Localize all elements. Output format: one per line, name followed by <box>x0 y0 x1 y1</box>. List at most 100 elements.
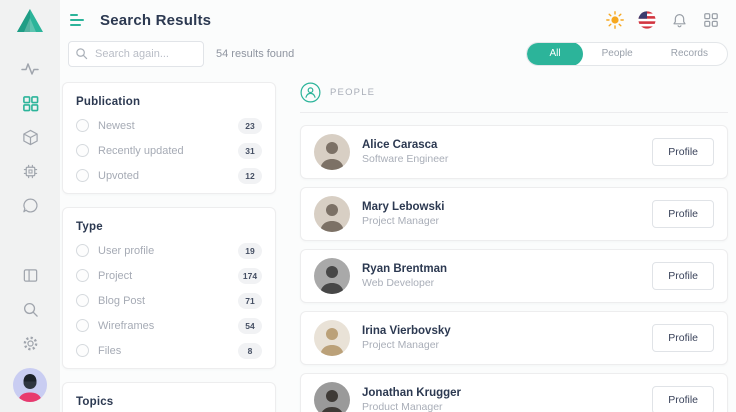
sidebar-item-search[interactable] <box>13 292 47 326</box>
tab-people[interactable]: People <box>583 43 652 65</box>
radio-button[interactable] <box>76 169 89 182</box>
chat-bubble-icon <box>22 197 39 214</box>
radio-button[interactable] <box>76 144 89 157</box>
filter-option-label: Files <box>98 345 121 357</box>
radio-button[interactable] <box>76 119 89 132</box>
results-count: 54 results found <box>216 48 294 60</box>
person-role: Product Manager <box>362 401 461 412</box>
sidebar-item-layout[interactable] <box>13 258 47 292</box>
layout-icon <box>22 267 39 284</box>
filter-option-upvoted[interactable]: Upvoted 12 <box>76 163 262 188</box>
filter-card-type: Type User profile 19 Project 174 Blog Po… <box>62 207 276 369</box>
profile-button[interactable]: Profile <box>652 138 714 166</box>
sidebar-item-system[interactable] <box>13 154 47 188</box>
people-section-label: PEOPLE <box>330 87 375 98</box>
search-box <box>68 41 204 67</box>
header-icons <box>606 11 720 29</box>
sun-icon[interactable] <box>606 11 624 29</box>
user-avatar[interactable] <box>13 368 47 402</box>
count-badge: 12 <box>238 168 262 184</box>
person-card: Ryan Brentman Web Developer Profile <box>300 249 728 303</box>
cube-icon <box>22 129 39 146</box>
radio-button[interactable] <box>76 294 89 307</box>
profile-button[interactable]: Profile <box>652 200 714 228</box>
person-card: Jonathan Krugger Product Manager Profile <box>300 373 728 412</box>
filter-option-wireframes[interactable]: Wireframes 54 <box>76 313 262 338</box>
sidebar-item-chat[interactable] <box>13 188 47 222</box>
count-badge: 71 <box>238 293 262 309</box>
person-role: Project Manager <box>362 339 451 351</box>
bell-icon[interactable] <box>670 11 688 29</box>
person-role: Web Developer <box>362 277 447 289</box>
person-info: Jonathan Krugger Product Manager <box>362 387 461 412</box>
filter-option-label: User profile <box>98 245 154 257</box>
count-badge: 19 <box>238 243 262 259</box>
person-card: Irina Vierbovsky Project Manager Profile <box>300 311 728 365</box>
person-role: Project Manager <box>362 215 444 227</box>
filter-option-project[interactable]: Project 174 <box>76 263 262 288</box>
sidebar-item-settings[interactable] <box>13 326 47 360</box>
filter-option-files[interactable]: Files 8 <box>76 338 262 363</box>
people-section-header: PEOPLE <box>300 82 728 113</box>
count-badge: 23 <box>238 118 262 134</box>
count-badge: 8 <box>238 343 262 359</box>
content: Publication Newest 23 Recently updated 3… <box>60 70 736 412</box>
sidebar-item-packages[interactable] <box>13 120 47 154</box>
result-tabs: All People Records <box>526 42 728 66</box>
person-info: Irina Vierbovsky Project Manager <box>362 325 451 351</box>
person-info: Ryan Brentman Web Developer <box>362 263 447 289</box>
filter-option-newest[interactable]: Newest 23 <box>76 113 262 138</box>
people-list: Alice Carasca Software Engineer Profile <box>300 125 728 412</box>
app-logo-triangle-icon[interactable] <box>16 8 44 34</box>
profile-button[interactable]: Profile <box>652 262 714 290</box>
filter-option-label: Project <box>98 270 132 282</box>
person-name: Irina Vierbovsky <box>362 325 451 337</box>
person-photo-avatar <box>314 382 350 412</box>
search-input[interactable] <box>68 41 204 67</box>
search-row: 54 results found All People Records <box>60 34 736 70</box>
filter-title: Publication <box>76 96 262 108</box>
filter-title: Topics <box>76 396 262 408</box>
user-avatar-illustration <box>13 368 47 402</box>
person-card: Alice Carasca Software Engineer Profile <box>300 125 728 179</box>
radio-button[interactable] <box>76 344 89 357</box>
person-role: Software Engineer <box>362 153 448 165</box>
sidebar-item-dashboard[interactable] <box>13 86 47 120</box>
filter-card-publication: Publication Newest 23 Recently updated 3… <box>62 82 276 194</box>
filter-option-label: Upvoted <box>98 170 139 182</box>
person-info: Alice Carasca Software Engineer <box>362 139 448 165</box>
chip-icon <box>22 163 39 180</box>
person-name: Alice Carasca <box>362 139 448 151</box>
tab-records[interactable]: Records <box>652 43 727 65</box>
filter-card-topics: Topics Engineering 45 <box>62 382 276 412</box>
search-input-icon <box>75 47 88 60</box>
app-screen: Search Results <box>0 0 736 412</box>
sidebar-item-activity[interactable] <box>13 52 47 86</box>
radio-button[interactable] <box>76 269 89 282</box>
radio-button[interactable] <box>76 319 89 332</box>
us-flag-icon[interactable] <box>638 11 656 29</box>
profile-button[interactable]: Profile <box>652 386 714 412</box>
person-photo-avatar <box>314 258 350 294</box>
profile-button[interactable]: Profile <box>652 324 714 352</box>
radio-button[interactable] <box>76 244 89 257</box>
filter-title: Type <box>76 221 262 233</box>
person-card: Mary Lebowski Project Manager Profile <box>300 187 728 241</box>
filter-option-label: Recently updated <box>98 145 184 157</box>
filter-option-blog-post[interactable]: Blog Post 71 <box>76 288 262 313</box>
count-badge: 54 <box>238 318 262 334</box>
tab-all[interactable]: All <box>527 42 582 66</box>
header: Search Results <box>60 0 736 34</box>
activity-icon <box>21 60 39 78</box>
filter-option-recently-updated[interactable]: Recently updated 31 <box>76 138 262 163</box>
filter-option-label: Newest <box>98 120 135 132</box>
search-icon <box>22 301 39 318</box>
apps-grid-icon[interactable] <box>702 11 720 29</box>
page-title: Search Results <box>100 12 211 29</box>
filter-option-label: Blog Post <box>98 295 145 307</box>
filter-option-user-profile[interactable]: User profile 19 <box>76 238 262 263</box>
sidebar <box>0 0 60 412</box>
count-badge: 174 <box>238 268 262 284</box>
main-area: Search Results <box>60 0 736 412</box>
menu-toggle-button[interactable] <box>70 14 86 26</box>
